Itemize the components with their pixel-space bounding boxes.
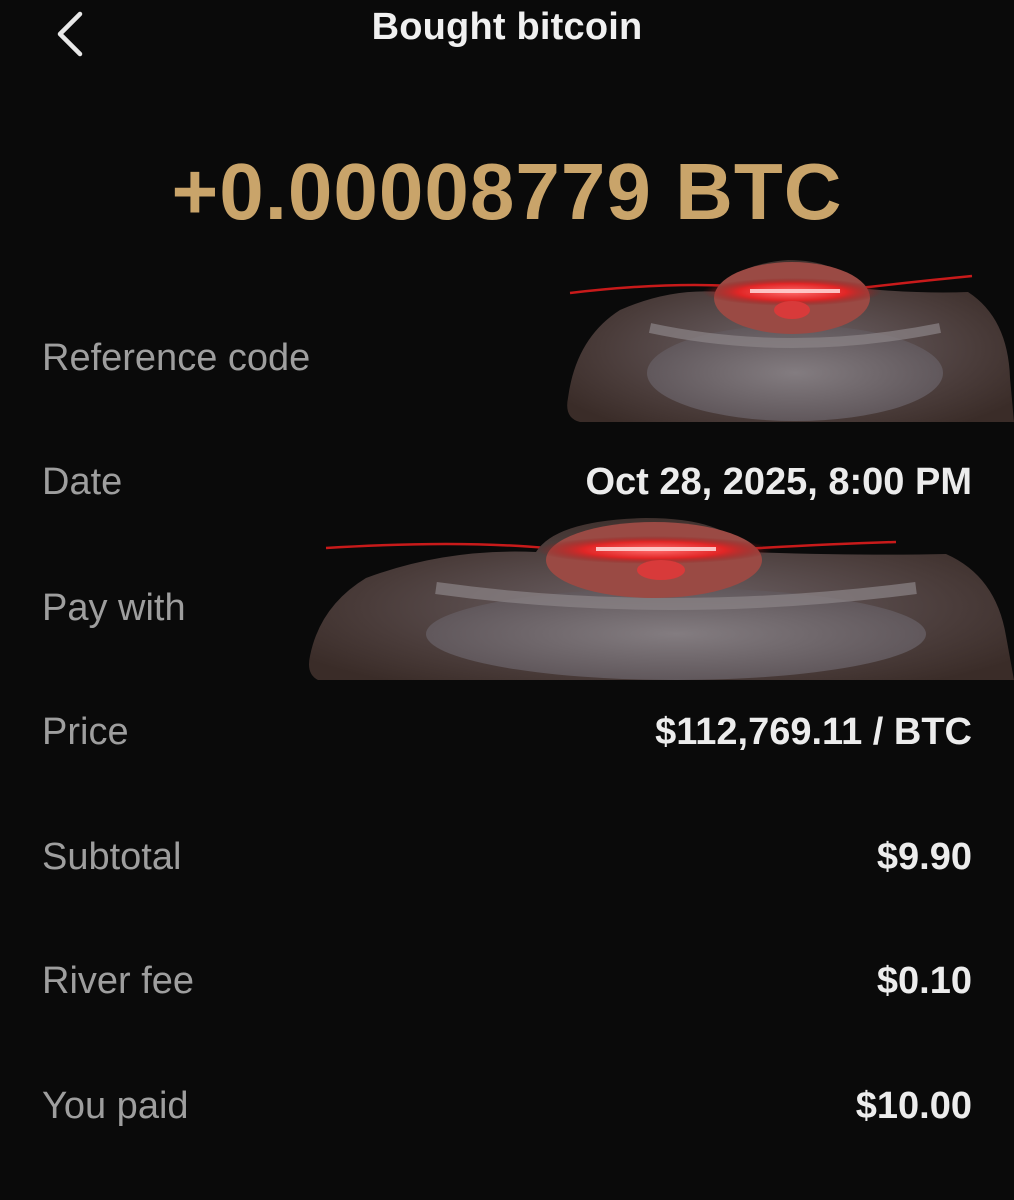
reference-code-redaction-image [560, 258, 1014, 424]
detail-row-you-paid: You paid $10.00 [42, 1076, 972, 1136]
date-value: Oct 28, 2025, 8:00 PM [585, 461, 972, 503]
btc-amount: +0.00008779 BTC [171, 147, 843, 236]
detail-row-subtotal: Subtotal $9.90 [42, 827, 972, 887]
pay-with-label: Pay with [42, 587, 186, 629]
you-paid-label: You paid [42, 1085, 189, 1127]
price-value: $112,769.11 / BTC [655, 711, 972, 753]
detail-row-river-fee: River fee $0.10 [42, 951, 972, 1011]
you-paid-value: $10.00 [855, 1085, 972, 1127]
pay-with-redaction-image [306, 516, 1014, 682]
header-bar: Bought bitcoin [0, 0, 1014, 64]
detail-row-date: Date Oct 28, 2025, 8:00 PM [42, 452, 972, 512]
subtotal-value: $9.90 [876, 836, 972, 878]
detail-row-price: Price $112,769.11 / BTC [42, 702, 972, 762]
river-fee-value: $0.10 [876, 960, 972, 1002]
subtotal-label: Subtotal [42, 836, 182, 878]
river-fee-label: River fee [42, 960, 195, 1002]
page-title: Bought bitcoin [371, 6, 643, 48]
reference-code-label: Reference code [42, 337, 311, 379]
date-label: Date [42, 461, 123, 503]
price-label: Price [42, 711, 129, 753]
